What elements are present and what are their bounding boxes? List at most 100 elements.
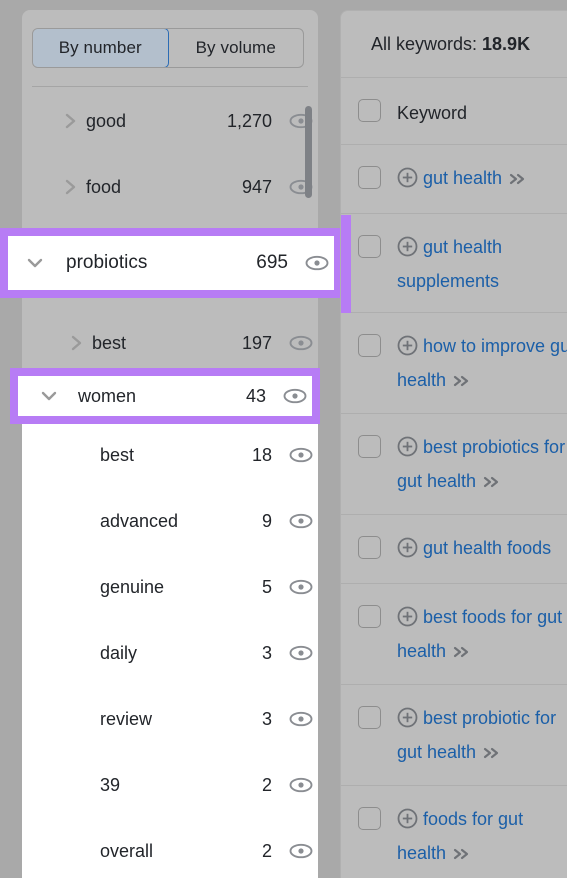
checkbox-icon[interactable]: [357, 536, 381, 559]
subgroup-row[interactable]: advanced 9: [22, 488, 318, 554]
group-row-food[interactable]: food 947: [22, 154, 318, 220]
keyword-text[interactable]: best probiotic for gut health: [397, 708, 556, 762]
double-chevron-right-icon[interactable]: [482, 739, 502, 769]
table-row[interactable]: gut health: [341, 144, 567, 213]
subgroup-label: review: [100, 708, 153, 729]
subgroup-row[interactable]: 39 2: [22, 752, 318, 818]
eye-icon[interactable]: [284, 579, 318, 595]
plus-circle-icon[interactable]: [397, 537, 418, 567]
keyword-cell[interactable]: foods for gut health: [397, 786, 567, 878]
chevron-right-icon[interactable]: [62, 334, 92, 352]
eye-icon[interactable]: [300, 255, 334, 271]
group-count: 197: [241, 332, 272, 353]
eye-icon[interactable]: [284, 447, 318, 463]
checkbox-icon[interactable]: [357, 807, 381, 830]
subgroup-row[interactable]: overall 2: [22, 818, 318, 878]
select-all-checkbox-cell[interactable]: [341, 78, 397, 122]
eye-icon[interactable]: [284, 645, 318, 661]
group-row-good[interactable]: good 1,270: [22, 88, 318, 154]
chevron-down-icon[interactable]: [26, 257, 56, 269]
toggle-by-volume[interactable]: By volume: [169, 29, 304, 67]
keyword-cell[interactable]: best probiotic for gut health: [397, 685, 567, 785]
group-row-women[interactable]: women 43: [18, 376, 312, 416]
keyword-text[interactable]: best foods for gut health: [397, 607, 562, 661]
eye-icon[interactable]: [284, 513, 318, 529]
plus-circle-icon[interactable]: [397, 236, 418, 266]
row-checkbox-cell[interactable]: [341, 685, 397, 729]
double-chevron-right-icon[interactable]: [482, 468, 502, 498]
table-header-row: Keyword: [341, 77, 567, 144]
group-row-probiotics[interactable]: probiotics 695: [8, 236, 334, 290]
plus-circle-icon[interactable]: [397, 436, 418, 466]
checkbox-icon[interactable]: [357, 99, 381, 122]
table-row[interactable]: best probiotics for gut health: [341, 413, 567, 514]
plus-circle-icon[interactable]: [397, 167, 418, 197]
subgroup-row[interactable]: genuine 5: [22, 554, 318, 620]
plus-circle-icon[interactable]: [397, 606, 418, 636]
row-checkbox-cell[interactable]: [341, 584, 397, 628]
group-label: probiotics: [66, 252, 148, 273]
plus-circle-icon[interactable]: [397, 335, 418, 365]
table-row[interactable]: best probiotic for gut health: [341, 684, 567, 785]
keyword-cell[interactable]: gut health foods: [397, 515, 567, 583]
toggle-by-number[interactable]: By number: [33, 29, 169, 67]
scrollbar-thumb[interactable]: [305, 106, 312, 198]
checkbox-icon[interactable]: [357, 334, 381, 357]
keyword-cell[interactable]: gut health supplements: [397, 214, 567, 312]
subgroup-row[interactable]: best 18: [22, 422, 318, 488]
row-checkbox-cell[interactable]: [341, 313, 397, 357]
panel-divider: [32, 86, 308, 87]
double-chevron-right-icon[interactable]: [508, 165, 528, 195]
all-keywords-label: All keywords:: [371, 33, 478, 54]
checkbox-icon[interactable]: [357, 166, 381, 189]
table-row[interactable]: gut health foods: [341, 514, 567, 583]
subgroup-label: advanced: [100, 510, 179, 531]
sort-mode-toggle[interactable]: By number By volume: [32, 28, 304, 68]
eye-icon[interactable]: [284, 777, 318, 793]
plus-circle-icon[interactable]: [397, 707, 418, 737]
highlight-edge-overlay: [341, 215, 351, 313]
double-chevron-right-icon[interactable]: [452, 638, 472, 668]
subgroup-count: 18: [251, 444, 272, 465]
subgroup-row[interactable]: daily 3: [22, 620, 318, 686]
double-chevron-right-icon[interactable]: [452, 367, 472, 397]
keyword-cell[interactable]: best probiotics for gut health: [397, 414, 567, 514]
checkbox-icon[interactable]: [357, 706, 381, 729]
keyword-cell[interactable]: gut health: [397, 145, 567, 213]
table-row[interactable]: best foods for gut health: [341, 583, 567, 684]
subgroup-count: 2: [261, 840, 272, 861]
table-row[interactable]: foods for gut health: [341, 785, 567, 878]
group-row-best[interactable]: best 197: [22, 310, 318, 376]
eye-icon[interactable]: [284, 843, 318, 859]
checkbox-icon[interactable]: [357, 605, 381, 628]
chevron-right-icon[interactable]: [56, 178, 86, 196]
subgroup-row[interactable]: review 3: [22, 686, 318, 752]
double-chevron-right-icon[interactable]: [452, 840, 472, 870]
row-checkbox-cell[interactable]: [341, 515, 397, 559]
chevron-down-icon[interactable]: [40, 390, 68, 402]
keyword-text[interactable]: best probiotics for gut health: [397, 437, 565, 491]
keyword-cell[interactable]: best foods for gut health: [397, 584, 567, 684]
checkbox-icon[interactable]: [357, 435, 381, 458]
keyword-cell[interactable]: how to improve gut health: [397, 313, 567, 413]
subgroup-label: daily: [100, 642, 138, 663]
row-checkbox-cell[interactable]: [341, 145, 397, 189]
table-row[interactable]: gut health supplements: [341, 213, 567, 312]
row-checkbox-cell[interactable]: [341, 786, 397, 830]
all-keywords-header: All keywords: 18.9K: [341, 11, 567, 77]
eye-icon[interactable]: [278, 388, 312, 404]
group-count: 1,270: [226, 110, 272, 131]
plus-circle-icon[interactable]: [397, 808, 418, 838]
subgroup-label: best: [100, 444, 135, 465]
row-checkbox-cell[interactable]: [341, 414, 397, 458]
keyword-text[interactable]: gut health: [423, 168, 502, 188]
group-label: best: [92, 332, 127, 353]
chevron-right-icon[interactable]: [56, 112, 86, 130]
table-row[interactable]: how to improve gut health: [341, 312, 567, 413]
eye-icon[interactable]: [284, 711, 318, 727]
keyword-text[interactable]: how to improve gut health: [397, 336, 567, 390]
checkbox-icon[interactable]: [357, 235, 381, 258]
keyword-groups-panel: By number By volume good 1,270 food 947 …: [22, 10, 318, 878]
subgroup-label: genuine: [100, 576, 165, 597]
keyword-text[interactable]: gut health foods: [423, 538, 551, 558]
